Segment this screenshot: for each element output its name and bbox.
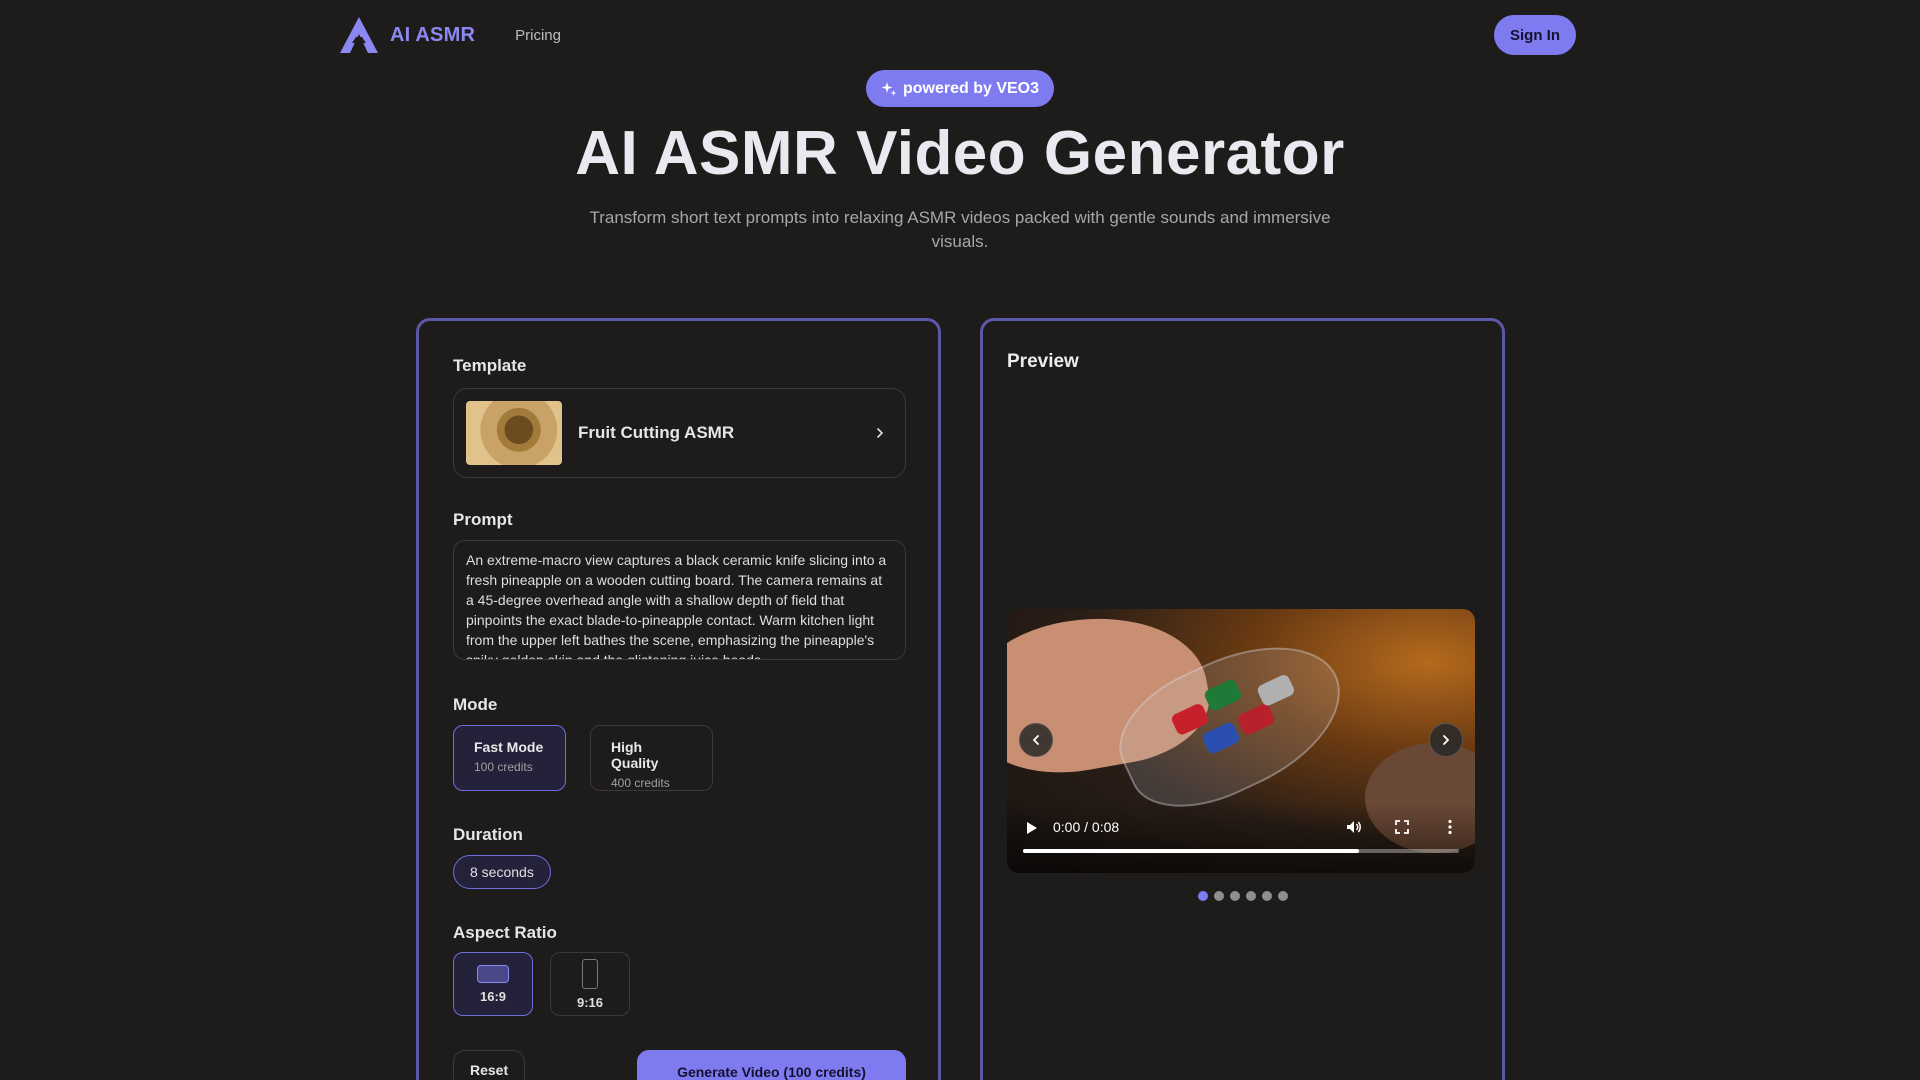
chevron-left-icon bbox=[1032, 735, 1039, 745]
aspect-16-9-button[interactable]: 16:9 bbox=[453, 952, 533, 1016]
template-selector[interactable]: Fruit Cutting ASMR bbox=[453, 388, 906, 478]
template-name: Fruit Cutting ASMR bbox=[578, 423, 735, 442]
template-label: Template bbox=[453, 356, 527, 375]
landscape-icon bbox=[477, 964, 509, 983]
prompt-textarea[interactable]: An extreme-macro view captures a black c… bbox=[453, 540, 906, 660]
generator-form-card: Template Fruit Cutting ASMR Prompt An ex… bbox=[416, 318, 941, 1080]
duration-option[interactable]: 8 seconds bbox=[453, 855, 551, 889]
mode-title: High Quality bbox=[611, 739, 659, 771]
ratio-label: 9:16 bbox=[576, 994, 604, 1010]
volume-icon[interactable] bbox=[1345, 818, 1363, 836]
aspect-ratio-label: Aspect Ratio bbox=[453, 923, 557, 942]
preview-video[interactable]: 0:00 / 0:08 bbox=[1007, 609, 1475, 873]
badge-text: powered by VEO3 bbox=[902, 79, 1040, 97]
video-progress-bar[interactable] bbox=[1023, 849, 1459, 853]
carousel-dot[interactable] bbox=[1229, 891, 1240, 901]
carousel-dot[interactable] bbox=[1213, 891, 1224, 901]
video-controls: 0:00 / 0:08 bbox=[1007, 803, 1475, 873]
carousel-dot[interactable] bbox=[1277, 891, 1288, 901]
carousel-dots bbox=[983, 891, 1502, 901]
carousel-dot[interactable] bbox=[1245, 891, 1256, 901]
preview-title: Preview bbox=[1007, 351, 1079, 372]
page-subtitle: Transform short text prompts into relaxi… bbox=[589, 208, 1331, 251]
mode-title: Fast Mode bbox=[474, 739, 544, 755]
carousel-next-button[interactable] bbox=[1429, 723, 1463, 757]
carousel-dot[interactable] bbox=[1261, 891, 1272, 901]
video-time: 0:00 / 0:08 bbox=[1053, 819, 1120, 835]
more-options-icon[interactable] bbox=[1441, 818, 1459, 836]
top-nav: AI ASMR Pricing Sign In bbox=[338, 14, 1576, 56]
page-title: AI ASMR Video Generator bbox=[575, 119, 1345, 188]
fullscreen-icon[interactable] bbox=[1393, 818, 1411, 836]
carousel-dot[interactable] bbox=[1197, 891, 1208, 901]
generate-video-button[interactable]: Generate Video (100 credits) bbox=[637, 1050, 906, 1080]
portrait-icon bbox=[582, 958, 598, 989]
mode-fast-button[interactable]: Fast Mode 100 credits bbox=[453, 725, 566, 791]
play-icon[interactable] bbox=[1025, 821, 1039, 835]
mode-credits: 100 credits bbox=[474, 760, 533, 774]
duration-label: Duration bbox=[453, 825, 523, 844]
brand-name: AI ASMR bbox=[390, 23, 476, 46]
chevron-right-icon bbox=[1443, 735, 1450, 745]
video-progress-fill bbox=[1023, 849, 1359, 853]
ratio-label: 16:9 bbox=[479, 988, 507, 1004]
reset-button[interactable]: Reset bbox=[453, 1050, 526, 1080]
mode-credits: 400 credits bbox=[611, 776, 670, 790]
powered-by-badge: powered by VEO3 bbox=[866, 70, 1054, 107]
nav-link-pricing[interactable]: Pricing bbox=[515, 27, 561, 44]
logo-icon bbox=[340, 17, 378, 53]
carousel-prev-button[interactable] bbox=[1019, 723, 1053, 757]
mode-label: Mode bbox=[453, 695, 498, 714]
preview-card: Preview 0:00 / 0:08 bbox=[980, 318, 1505, 1080]
aspect-9-16-button[interactable]: 9:16 bbox=[550, 952, 630, 1016]
sparkle-icon bbox=[881, 81, 897, 96]
mode-high-quality-button[interactable]: High Quality 400 credits bbox=[590, 725, 713, 791]
sign-in-button[interactable]: Sign In bbox=[1494, 15, 1576, 55]
template-thumbnail bbox=[466, 401, 562, 465]
brand-logo[interactable]: AI ASMR bbox=[338, 15, 475, 55]
prompt-label: Prompt bbox=[453, 510, 513, 529]
chevron-right-icon bbox=[877, 428, 884, 438]
